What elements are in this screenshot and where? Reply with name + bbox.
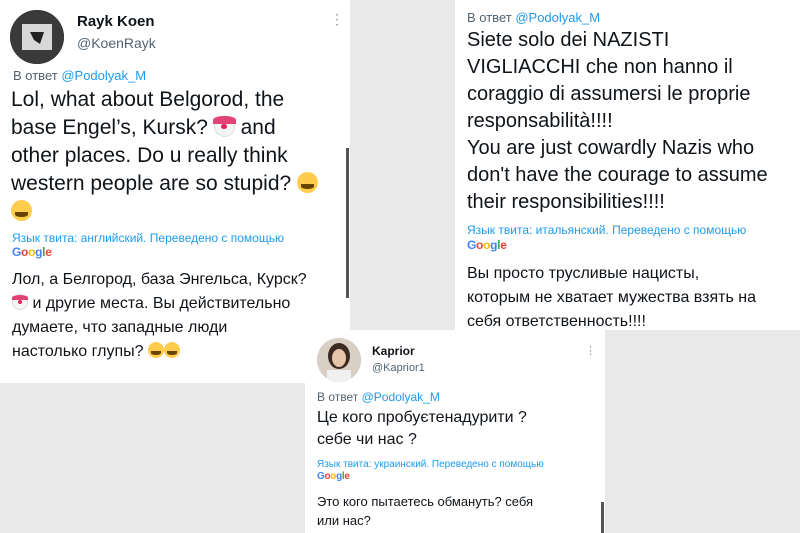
- author-handle[interactable]: @Kaprior1: [372, 362, 425, 374]
- more-dots-icon[interactable]: ⋮: [330, 12, 344, 26]
- reply-prefix: В ответ: [467, 10, 512, 25]
- translated-text-line: и другие места. Вы действительно: [11, 292, 307, 316]
- tweet-text-fragment: and: [240, 116, 276, 139]
- tweet-text-line: себе чи нас ?: [317, 431, 417, 448]
- tweet-text-line: Це кого пробуєтенадурити ?: [317, 409, 527, 426]
- translated-text-line: думаете, что западные люди: [12, 319, 228, 336]
- tweet-text-fragment: base Engel’s, Kursk?: [11, 116, 208, 139]
- translated-text-line: себя ответственность!!!!: [467, 313, 646, 330]
- translation-meta[interactable]: Язык твита: итальянский. Переведено с по…: [467, 223, 746, 237]
- tears-of-joy-icon: [11, 200, 32, 222]
- translated-text-fragment: и другие места. Вы действительно: [32, 295, 291, 312]
- tweet-text: Lol, what about Belgorod, the base Engel…: [11, 86, 319, 226]
- tweet-text-line: base Engel’s, Kursk? and: [11, 114, 318, 142]
- tears-of-joy-icon: [297, 172, 319, 194]
- reply-handle-link[interactable]: @Podolyak_M: [61, 68, 146, 83]
- reply-to-line: В ответ @Podolyak_M: [317, 390, 440, 404]
- author-name[interactable]: Kaprior: [372, 344, 415, 358]
- reply-handle-link[interactable]: @Podolyak_M: [515, 10, 600, 25]
- tweet-text-line: Lol, what about Belgorod, the: [11, 88, 285, 111]
- avatar[interactable]: [317, 338, 361, 382]
- tweet-text-line: coraggio di assumersi le proprie: [467, 83, 751, 105]
- translation-meta[interactable]: Язык твита: украинский. Переведено с пом…: [317, 459, 544, 470]
- tweet-text-line: western people are so stupid?: [11, 170, 319, 198]
- tweet-card-italian: В ответ @Podolyak_M Siete solo dei NAZIS…: [455, 0, 800, 330]
- translated-text: Это кого пытаетесь обмануть? себя или на…: [317, 492, 533, 530]
- translated-text-line: Лол, а Белгород, база Энгельса, Курск?: [12, 271, 307, 288]
- google-translate-logo[interactable]: Google: [317, 471, 350, 482]
- reply-handle-link[interactable]: @Podolyak_M: [362, 390, 440, 404]
- translated-text-line: которым не хватает мужества взять на: [467, 289, 756, 306]
- reply-prefix: В ответ: [317, 390, 359, 404]
- tweet-text-fragment: western people are so stupid?: [11, 172, 292, 195]
- translated-text: Вы просто трусливые нацисты, которым не …: [467, 262, 756, 330]
- reply-to-line: В ответ @Podolyak_M: [467, 10, 600, 25]
- tweet-text-line: don't have the courage to assume: [467, 164, 768, 186]
- tweet-text-line: [11, 198, 318, 226]
- reply-to-line: В ответ @Podolyak_M: [13, 68, 146, 83]
- author-handle[interactable]: @KoenRayk: [77, 35, 156, 51]
- translated-text-fragment: настолько глупы?: [12, 343, 144, 360]
- tweet-text-line: Siete solo dei NAZISTI: [467, 29, 670, 51]
- tears-of-joy-icon: [147, 342, 164, 359]
- tweet-text: Це кого пробуєтенадурити ? себе чи нас ?: [317, 407, 527, 451]
- google-translate-logo[interactable]: Google: [12, 245, 52, 259]
- scrollbar[interactable]: [346, 148, 349, 298]
- translated-text: Лол, а Белгород, база Энгельса, Курск? и…: [11, 268, 307, 364]
- scrollbar[interactable]: [601, 502, 604, 533]
- translated-text-line: Вы просто трусливые нацисты,: [467, 265, 700, 282]
- tears-of-joy-icon: [163, 342, 180, 359]
- more-dots-icon[interactable]: ⋮: [585, 344, 596, 358]
- author-name[interactable]: Rayk Koen: [77, 13, 155, 30]
- clown-face-icon: [11, 294, 29, 311]
- reply-prefix: В ответ: [13, 68, 58, 83]
- translated-text-line: или нас?: [317, 513, 371, 528]
- tweet-card-kaprior: Kaprior @Kaprior1 ⋮ В ответ @Podolyak_M …: [305, 330, 605, 533]
- google-translate-logo[interactable]: Google: [467, 238, 507, 252]
- tweet-card-rayk-koen: Rayk Koen @KoenRayk ⋮ В ответ @Podolyak_…: [0, 0, 350, 383]
- tweet-text-line: other places. Do u really think: [11, 144, 288, 167]
- tweet-text-line: responsabilità!!!!: [467, 110, 613, 132]
- translated-text-line: Это кого пытаетесь обмануть? себя: [317, 494, 534, 509]
- translated-text-line: настолько глупы?: [12, 340, 307, 364]
- clown-face-icon: [212, 116, 236, 138]
- translation-meta[interactable]: Язык твита: английский. Переведено с пом…: [12, 231, 284, 245]
- tweet-text: Siete solo dei NAZISTI VIGLIACCHI che no…: [467, 27, 768, 216]
- tweet-text-line: VIGLIACCHI che non hanno il: [467, 56, 733, 78]
- avatar[interactable]: [10, 10, 64, 64]
- tweet-text-line: their responsibilities!!!!: [467, 191, 665, 213]
- tweet-text-line: You are just cowardly Nazis who: [467, 137, 755, 159]
